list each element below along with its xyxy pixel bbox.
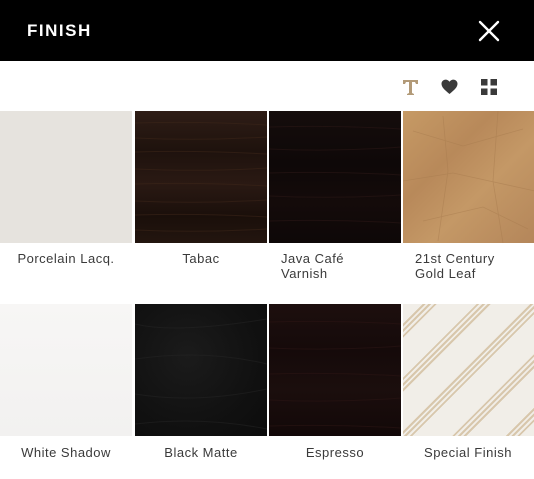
matte-texture	[135, 318, 267, 430]
swatch-tabac[interactable]	[135, 111, 267, 243]
swatch-label: Tabac	[182, 251, 220, 266]
swatch-white-shadow[interactable]	[0, 304, 132, 436]
heart-icon	[441, 79, 458, 94]
swatch-label: Espresso	[305, 445, 365, 460]
grid-view-button[interactable]	[479, 78, 498, 97]
swatch-label: White Shadow	[21, 445, 111, 460]
view-toolbar	[401, 74, 498, 100]
modal-header: FINISH	[0, 0, 534, 61]
leaf-texture	[403, 111, 534, 243]
wood-grain-texture	[269, 125, 401, 224]
wood-grain-texture	[269, 320, 401, 429]
swatch-label: Special Finish	[424, 445, 512, 460]
swatch-label: Java Café Varnish	[281, 251, 345, 281]
swatch-label: 21st Century Gold Leaf	[415, 251, 495, 281]
swatch-porcelain-lacq[interactable]	[0, 111, 132, 243]
grid-icon	[480, 79, 497, 95]
swatch-label: Black Matte	[164, 445, 238, 460]
favorites-button[interactable]	[440, 78, 459, 97]
close-button[interactable]	[478, 20, 500, 42]
swatch-label: Porcelain Lacq.	[17, 251, 115, 266]
swatch-21st-century-gold-leaf[interactable]	[403, 111, 534, 243]
close-icon	[478, 20, 500, 41]
text-view-button[interactable]	[401, 78, 420, 97]
swatch-espresso[interactable]	[269, 304, 401, 436]
swatch-java-cafe-varnish[interactable]	[269, 111, 401, 243]
swatch-special-finish[interactable]	[403, 304, 534, 436]
modal-title: FINISH	[27, 20, 92, 40]
swatch-black-matte[interactable]	[135, 304, 267, 436]
text-icon	[403, 79, 418, 95]
wood-grain-texture	[135, 121, 267, 232]
